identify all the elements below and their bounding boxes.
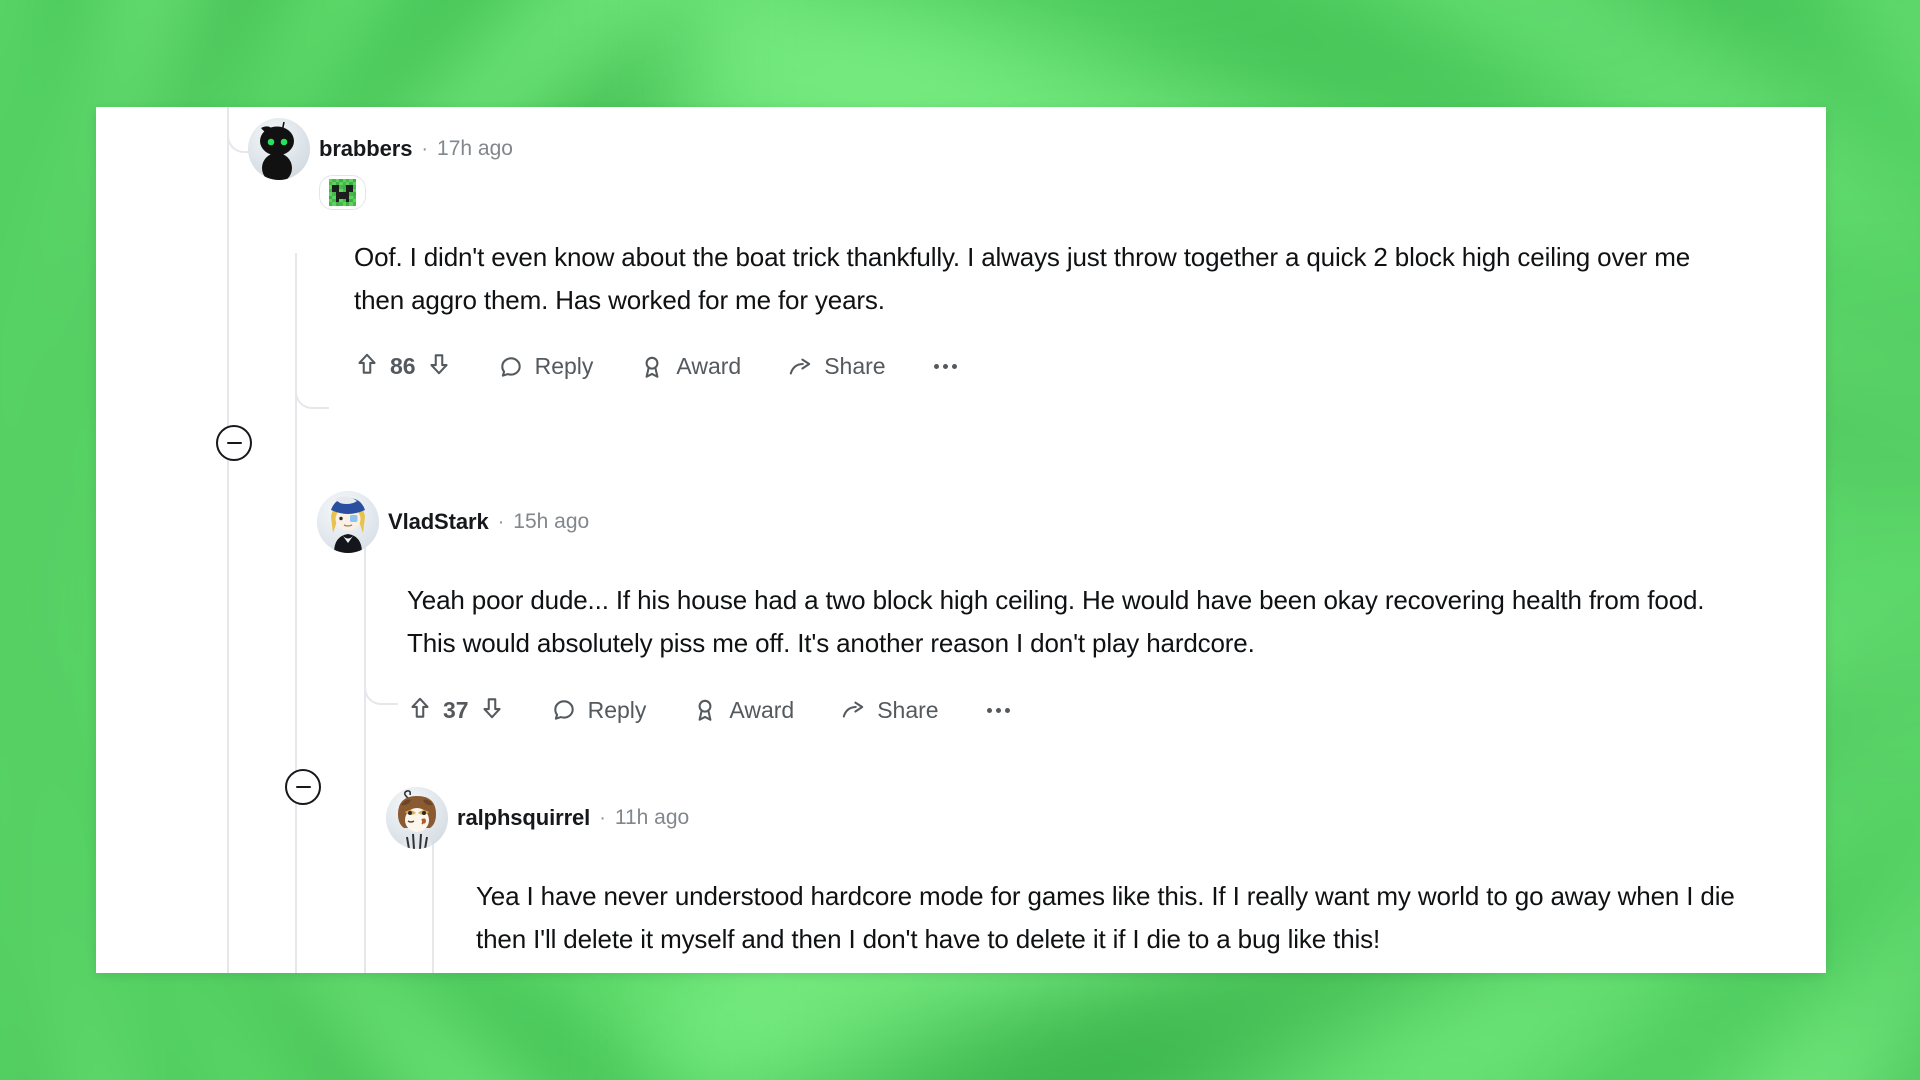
vote-count: 37	[443, 696, 469, 723]
comment-header-ralphsquirrel: ralphsquirrel · 11h ago	[386, 787, 1776, 849]
share-button[interactable]: Share	[787, 353, 886, 380]
reply-label: Reply	[587, 696, 647, 723]
reply-button[interactable]: Reply	[498, 353, 594, 380]
upvote-button[interactable]	[407, 695, 433, 726]
comment-ralphsquirrel: ralphsquirrel · 11h ago Yea I have never…	[386, 787, 1776, 973]
flair-row	[319, 169, 1778, 210]
award-medal-icon	[698, 699, 712, 721]
header-separator: ·	[497, 510, 505, 533]
comment-username[interactable]: VladStark	[388, 509, 489, 535]
vote-group: 86	[354, 351, 452, 382]
avatar[interactable]	[248, 118, 310, 180]
upvote-button[interactable]	[354, 351, 380, 382]
comment-body: Yea I have never understood hardcore mod…	[476, 881, 1735, 954]
collapse-button-brabbers[interactable]	[216, 425, 252, 461]
comment-header-vladstark: VladStark · 15h ago	[317, 491, 1777, 553]
more-options-button[interactable]	[933, 364, 957, 370]
comment-username[interactable]: brabbers	[319, 136, 412, 162]
share-arrow-icon	[789, 358, 811, 375]
avatar[interactable]	[386, 787, 448, 849]
share-label: Share	[824, 353, 886, 380]
comment-timestamp[interactable]: 11h ago	[615, 806, 689, 830]
vote-group: 37	[407, 695, 505, 726]
comment-actions-brabbers: 86 Reply Award Share	[354, 344, 1778, 390]
reply-label: Reply	[534, 353, 594, 380]
share-label: Share	[877, 696, 939, 723]
comment-body: Yeah poor dude... If his house had a two…	[407, 585, 1705, 658]
vote-count: 86	[390, 353, 416, 380]
speech-bubble-icon	[553, 700, 574, 720]
award-label: Award	[676, 353, 742, 380]
header-separator: ·	[421, 137, 429, 160]
comment-brabbers: brabbers · 17h ago Oof. I didn't even kn…	[216, 107, 1778, 461]
comment-actions-vladstark: 37 Reply Award Share	[407, 687, 1777, 733]
comment-timestamp[interactable]: 15h ago	[513, 510, 589, 534]
user-flair-minecraft-creeper[interactable]	[319, 174, 366, 210]
award-button[interactable]: Award	[639, 353, 741, 380]
comment-body: Oof. I didn't even know about the boat t…	[354, 241, 1691, 315]
header-separator: ·	[599, 806, 606, 829]
share-arrow-icon	[842, 701, 864, 718]
downvote-button[interactable]	[479, 695, 505, 726]
award-button[interactable]: Award	[692, 697, 794, 724]
award-medal-icon	[645, 356, 659, 378]
reply-button[interactable]: Reply	[551, 696, 647, 724]
comment-thread-card: brabbers · 17h ago Oof. I didn't even kn…	[96, 107, 1826, 973]
collapse-button-vladstark[interactable]	[285, 769, 321, 805]
creeper-face-icon	[329, 178, 356, 206]
award-label: Award	[729, 696, 795, 723]
comment-username[interactable]: ralphsquirrel	[457, 805, 590, 831]
share-button[interactable]: Share	[840, 696, 939, 724]
comment-timestamp[interactable]: 17h ago	[437, 137, 513, 161]
thread-rail-depth-0[interactable]	[227, 107, 229, 973]
downvote-button[interactable]	[426, 351, 452, 382]
speech-bubble-icon	[500, 356, 521, 377]
comment-vladstark: VladStark · 15h ago Yeah poor dude... If…	[285, 491, 1777, 805]
avatar[interactable]	[317, 491, 379, 553]
more-options-button[interactable]	[986, 707, 1010, 713]
